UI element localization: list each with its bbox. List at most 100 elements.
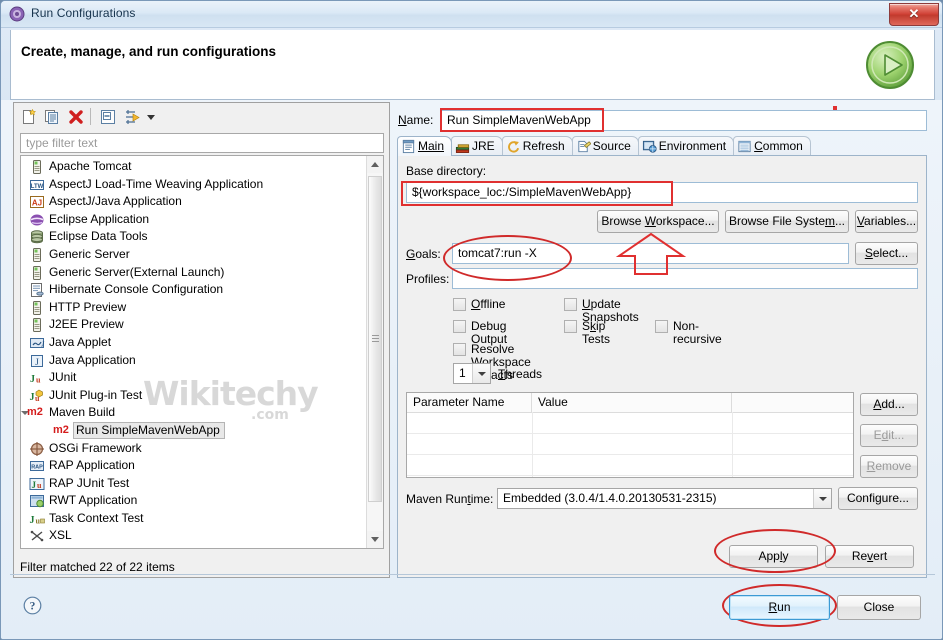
update-snapshots-checkbox[interactable] — [564, 298, 577, 311]
column-parameter-name: Parameter Name — [407, 393, 532, 412]
tab-label: Source — [592, 139, 631, 153]
tree-item-junit[interactable]: Ju JUnit — [21, 369, 366, 387]
junit-plugin-icon: Ju — [29, 388, 45, 404]
maven-runtime-combo[interactable]: Embedded (3.0.4/1.4.0.20130531-2315) — [497, 488, 832, 509]
rap-junit-icon: Ju — [29, 476, 45, 492]
parameters-table[interactable]: Parameter Name Value — [406, 392, 854, 478]
add-parameter-button[interactable]: Add... — [860, 393, 918, 416]
toolbar-separator — [90, 108, 91, 125]
java-application-icon: J — [29, 353, 45, 369]
tab-jre[interactable]: JRE — [451, 136, 503, 156]
tree-item-eclipse-application[interactable]: Eclipse Application — [21, 211, 366, 229]
variables-button[interactable]: Variables... — [855, 210, 918, 233]
filter-launch-configurations-icon[interactable] — [123, 108, 141, 126]
tree-item-xsl[interactable]: XSL — [21, 527, 366, 545]
table-row — [407, 454, 853, 455]
tab-common[interactable]: Common — [733, 136, 811, 156]
offline-checkbox[interactable] — [453, 298, 466, 311]
browse-workspace-button[interactable]: Browse Workspace... — [597, 210, 719, 233]
view-menu-dropdown-icon[interactable] — [145, 108, 157, 126]
chevron-down-icon[interactable] — [813, 489, 831, 508]
browse-file-system-button[interactable]: Browse File System... — [725, 210, 849, 233]
tree-item-label: Generic Server(External Launch) — [49, 264, 225, 279]
server-icon — [29, 247, 45, 263]
page-title: Create, manage, and run configurations — [21, 44, 277, 59]
svg-text:J: J — [41, 340, 45, 348]
tab-main[interactable]: Main — [397, 136, 453, 156]
tree-item-maven-build[interactable]: m2 Maven Build — [21, 404, 366, 422]
footer-separator — [10, 574, 935, 575]
duplicate-icon[interactable] — [43, 108, 61, 126]
tree-item-java-application[interactable]: J Java Application — [21, 352, 366, 370]
debug-output-checkbox[interactable] — [453, 320, 466, 333]
ltw-icon: LTW — [29, 177, 45, 193]
threads-combo[interactable]: 1 — [453, 363, 491, 384]
server-icon — [29, 265, 45, 281]
tree-item-label: Maven Build — [49, 405, 116, 420]
collapse-all-icon[interactable] — [99, 108, 117, 126]
tab-environment[interactable]: Environment — [637, 136, 735, 156]
tree-item-rap-junit-test[interactable]: Ju RAP JUnit Test — [21, 475, 366, 493]
profiles-input[interactable] — [452, 268, 918, 289]
tree-item-junit-plug-in-test[interactable]: Ju JUnit Plug-in Test — [21, 387, 366, 405]
base-directory-input[interactable]: ${workspace_loc:/SimpleMavenWebApp} — [406, 182, 918, 203]
tree-item-java-applet[interactable]: J Java Applet — [21, 334, 366, 352]
edit-parameter-button[interactable]: Edit... — [860, 424, 918, 447]
tree-item-label: RAP Application — [49, 458, 135, 473]
tree-item-j2ee-preview[interactable]: J2EE Preview — [21, 316, 366, 334]
run-button[interactable]: Run — [729, 595, 830, 620]
tree-item-label: Java Application — [49, 352, 136, 367]
remove-parameter-button[interactable]: Remove — [860, 455, 918, 478]
tree-item-label: Generic Server — [49, 246, 130, 261]
dialog-header: Create, manage, and run configurations — [10, 30, 935, 100]
chevron-down-icon[interactable] — [472, 364, 490, 383]
source-tab-icon — [576, 139, 592, 154]
tree-item-run-simplemavenwebapp[interactable]: m2 Run SimpleMavenWebApp — [21, 421, 366, 440]
tree-item-aspectj-java-application[interactable]: AJ AspectJ/Java Application — [21, 193, 366, 211]
table-header-row: Parameter Name Value — [407, 393, 853, 413]
filter-input[interactable]: type filter text — [20, 133, 384, 153]
filter-status-text: Filter matched 22 of 22 items — [20, 560, 175, 574]
configure-runtime-button[interactable]: Configure... — [838, 487, 918, 510]
tree-item-http-preview[interactable]: HTTP Preview — [21, 299, 366, 317]
tree-item-rap-application[interactable]: RAP RAP Application — [21, 457, 366, 475]
run-green-play-icon — [864, 39, 916, 91]
delete-icon[interactable] — [67, 108, 85, 126]
skip-tests-checkbox[interactable] — [564, 320, 577, 333]
scroll-up-arrow-icon[interactable] — [367, 156, 383, 173]
tree-item-osgi-framework[interactable]: OSGi Framework — [21, 440, 366, 458]
new-launch-configuration-icon[interactable] — [20, 108, 38, 126]
scrollbar-thumb[interactable] — [368, 176, 382, 502]
scroll-down-arrow-icon[interactable] — [367, 531, 383, 548]
tree-item-label: Hibernate Console Configuration — [49, 282, 224, 297]
name-label: Name: — [398, 113, 434, 127]
jre-tab-icon — [455, 139, 470, 154]
tree-item-eclipse-data-tools[interactable]: Eclipse Data Tools — [21, 228, 366, 246]
resolve-workspace-artifacts-checkbox[interactable] — [453, 343, 466, 356]
help-question-icon[interactable]: ? — [23, 596, 42, 615]
non-recursive-checkbox[interactable] — [655, 320, 668, 333]
launch-configurations-tree[interactable]: Wikitechy .com Apache Tomcat LTW AspectJ L… — [20, 155, 384, 549]
tree-item-generic-server[interactable]: Generic Server — [21, 246, 366, 264]
tree-item-aspectj-load-time-weaving-application[interactable]: LTW AspectJ Load-Time Weaving Application — [21, 176, 366, 194]
table-row — [407, 475, 853, 476]
goals-input[interactable]: tomcat7:run -X — [452, 243, 849, 264]
svg-text:AJ: AJ — [32, 198, 42, 207]
close-window-button[interactable]: ✕ — [889, 3, 939, 26]
tree-vertical-scrollbar[interactable] — [366, 156, 383, 548]
tree-item-apache-tomcat[interactable]: Apache Tomcat — [21, 158, 366, 176]
goals-select-button[interactable]: Select... — [855, 242, 918, 265]
tree-item-generic-server-external-launch[interactable]: Generic Server(External Launch) — [21, 264, 366, 282]
name-input[interactable]: Run SimpleMavenWebApp — [440, 110, 927, 131]
profiles-label: Profiles: — [406, 272, 450, 286]
tab-refresh[interactable]: Refresh — [501, 136, 573, 156]
tab-source[interactable]: Source — [571, 136, 639, 156]
revert-button[interactable]: Revert — [825, 545, 914, 568]
rwt-icon — [29, 493, 45, 509]
tree-item-hibernate-console-configuration[interactable]: Hibernate Console Configuration — [21, 281, 366, 299]
tree-items-container: Apache Tomcat LTW AspectJ Load-Time Weavin… — [21, 158, 366, 545]
apply-button[interactable]: Apply — [729, 545, 818, 568]
tree-item-task-context-test[interactable]: Ju Task Context Test — [21, 510, 366, 528]
tree-item-rwt-application[interactable]: RWT Application — [21, 492, 366, 510]
close-button[interactable]: Close — [837, 595, 921, 620]
